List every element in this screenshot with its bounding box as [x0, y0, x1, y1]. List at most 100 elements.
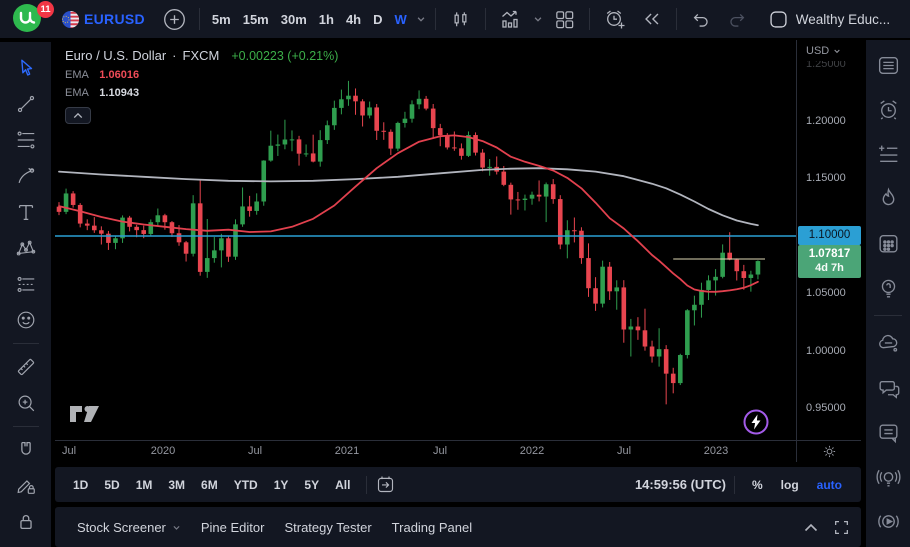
percent-scale-button[interactable]: %: [743, 478, 772, 492]
legend-ema-row-1[interactable]: EMA 1.06016: [65, 69, 338, 81]
drawing-lock-button[interactable]: [7, 468, 45, 504]
range-1d[interactable]: 1D: [65, 478, 96, 492]
chart-style-button[interactable]: [442, 5, 479, 33]
go-to-date-button[interactable]: [375, 474, 396, 495]
indicators-button[interactable]: [492, 5, 530, 33]
time-axis[interactable]: Jul2020Jul2021Jul2022Jul2023: [55, 440, 796, 462]
redo-button[interactable]: [719, 5, 755, 33]
price-tick: 1.20000: [806, 115, 846, 127]
range-6m[interactable]: 6M: [193, 478, 226, 492]
range-5y[interactable]: 5Y: [296, 478, 327, 492]
undo-button[interactable]: [683, 5, 719, 33]
range-ytd[interactable]: YTD: [226, 478, 266, 492]
watchlist-icon: [876, 53, 901, 78]
measure-tool-button[interactable]: [7, 349, 45, 385]
timeframe-4h[interactable]: 4h: [340, 12, 367, 27]
hotlists-button[interactable]: [870, 180, 906, 219]
range-all[interactable]: All: [327, 478, 358, 492]
fib-retracement-icon: [15, 129, 37, 151]
public-chat-button[interactable]: [870, 369, 906, 408]
tab-trading-panel[interactable]: Trading Panel: [382, 520, 482, 535]
boost-button[interactable]: [742, 408, 770, 436]
legend-ema-row-2[interactable]: EMA 1.10943: [65, 87, 338, 99]
streams-button[interactable]: [870, 458, 906, 497]
toolbar-divider: [199, 8, 200, 30]
video-streams-button[interactable]: [870, 502, 906, 541]
last-price-label: 1.07817 4d 7h: [798, 245, 861, 278]
expand-panel-button[interactable]: [804, 523, 818, 532]
chevron-down-icon: [833, 47, 841, 55]
message-bubble-icon: [876, 420, 901, 445]
right-sidebar: [866, 40, 910, 547]
tradingview-logo-icon: [69, 402, 101, 426]
ideas-button[interactable]: [870, 269, 906, 308]
server-clock[interactable]: 14:59:56 (UTC): [635, 477, 726, 492]
time-axis-settings-button[interactable]: [796, 440, 861, 462]
lock-all-drawings-button[interactable]: [7, 504, 45, 540]
log-scale-button[interactable]: log: [772, 478, 808, 492]
symbol-button[interactable]: EURUSD: [54, 5, 156, 33]
streams-bulb-icon: [876, 465, 901, 490]
fib-retracement-tool-button[interactable]: [7, 122, 45, 158]
auto-scale-button[interactable]: auto: [808, 478, 851, 492]
price-axis-currency-button[interactable]: USD: [797, 40, 861, 61]
range-3m[interactable]: 3M: [160, 478, 193, 492]
emoji-tool-button[interactable]: [7, 302, 45, 338]
timeframe-1d[interactable]: D: [367, 12, 388, 27]
magnet-mode-button[interactable]: [7, 432, 45, 468]
private-chat-button[interactable]: [870, 413, 906, 452]
create-alert-button[interactable]: [596, 5, 634, 33]
tradingview-app: 11 EURUSD 5m 15m 30m 1h 4h D: [0, 0, 910, 547]
timeframe-15m[interactable]: 15m: [237, 12, 275, 27]
symbol-flag-icon: [61, 10, 80, 29]
toolbar-divider: [366, 476, 367, 494]
cursor-tool-button[interactable]: [7, 50, 45, 86]
tab-strategy-tester[interactable]: Strategy Tester: [274, 520, 381, 535]
forecast-tool-button[interactable]: [7, 266, 45, 302]
range-1y[interactable]: 1Y: [266, 478, 297, 492]
chevron-up-icon: [804, 523, 818, 532]
indicators-dropdown-chevron-icon[interactable]: [530, 14, 546, 24]
range-5d[interactable]: 5D: [96, 478, 127, 492]
timeframe-30m[interactable]: 30m: [275, 12, 313, 27]
toolbar-divider: [13, 426, 39, 427]
price-tick: 0.95000: [806, 402, 846, 414]
trend-line-tool-button[interactable]: [7, 86, 45, 122]
sidebar-divider: [874, 315, 902, 316]
alerts-button[interactable]: [870, 91, 906, 130]
redo-arrow-icon: [726, 8, 748, 30]
timeframe-1h[interactable]: 1h: [313, 12, 340, 27]
video-play-icon: [876, 509, 901, 534]
lightning-icon: [742, 408, 770, 436]
tab-pine-editor[interactable]: Pine Editor: [191, 520, 275, 535]
legend-collapse-button[interactable]: [65, 107, 91, 124]
chart-pane[interactable]: Euro / U.S. Dollar · FXCM +0.00223 (+0.2…: [55, 40, 796, 440]
zoom-in-tool-button[interactable]: [7, 385, 45, 421]
object-tree-button[interactable]: [870, 135, 906, 174]
layout-grid-button[interactable]: [546, 5, 583, 33]
layout-title[interactable]: Wealthy Educ...: [796, 12, 890, 27]
flame-icon: [876, 186, 901, 211]
watchlist-button[interactable]: [870, 46, 906, 85]
legend-symbol-row[interactable]: Euro / U.S. Dollar · FXCM +0.00223 (+0.2…: [65, 48, 338, 63]
save-layout-button[interactable]: [761, 5, 796, 33]
xabcd-pattern-tool-button[interactable]: [7, 230, 45, 266]
timeframe-dropdown-chevron-icon[interactable]: [413, 14, 429, 24]
time-tick: Jul: [617, 445, 631, 457]
bar-replay-button[interactable]: [634, 5, 670, 33]
brush-tool-button[interactable]: [7, 158, 45, 194]
grid-layout-icon: [553, 8, 576, 31]
price-tick: 1.00000: [806, 345, 846, 357]
toolbar-divider: [435, 8, 436, 30]
timeframe-1w-active[interactable]: W: [389, 12, 413, 27]
price-axis[interactable]: USD 1.10000 1.07817 4d 7h 1.250001.20000…: [796, 40, 861, 440]
fullscreen-panel-button[interactable]: [834, 520, 849, 535]
text-tool-button[interactable]: [7, 194, 45, 230]
tab-stock-screener[interactable]: Stock Screener: [67, 520, 191, 535]
app-logo[interactable]: 11: [12, 3, 54, 35]
timeframe-5m[interactable]: 5m: [206, 12, 237, 27]
range-1m[interactable]: 1M: [128, 478, 161, 492]
add-symbol-button[interactable]: [156, 5, 193, 33]
calendar-button[interactable]: [870, 224, 906, 263]
minds-button[interactable]: [870, 324, 906, 363]
